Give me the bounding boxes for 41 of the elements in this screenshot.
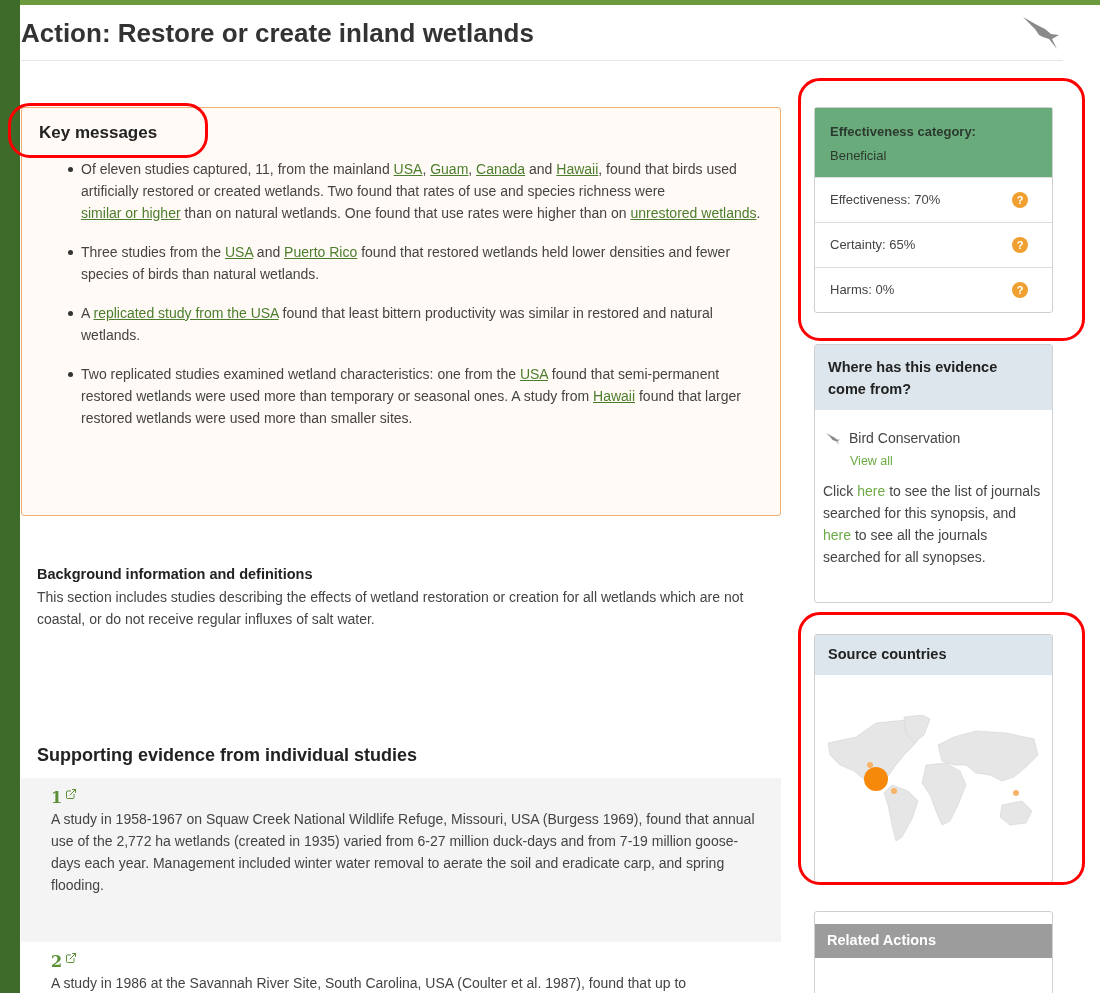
- text-link[interactable]: Hawaii: [593, 387, 636, 404]
- text-link[interactable]: similar or higher: [81, 204, 181, 221]
- text-link[interactable]: Canada: [476, 160, 526, 177]
- category-value: Beneficial: [830, 146, 888, 165]
- card-heading: Source countries: [828, 645, 947, 665]
- bullet-icon: [68, 371, 73, 377]
- bird-icon: [825, 431, 841, 446]
- study-text: A study in 1958-1967 on Squaw Creek National Wildlife Refuge, Missouri, USA (Burgess 1969), found that annual use of the 2,772 ha wetlands (created in 1935) varied from 6-27 million duck-days and from 7-19 million goose-days each year. Management included winter water removal to aerate the soil and eradicate carp, and spring flooding.: [51, 809, 756, 895]
- view-all-link[interactable]: View all: [823, 452, 1044, 471]
- synopsis-name: Bird Conservation: [849, 429, 961, 448]
- text-link[interactable]: Puerto Rico: [284, 243, 358, 260]
- section-heading: Supporting evidence from individual studies: [36, 743, 419, 767]
- background-text: This section includes studies describing the effects of wetland restoration or creation for all wetlands which are not coastal, or do not receive regular influxes of salt water.: [37, 587, 745, 629]
- bullet-icon: [68, 310, 73, 316]
- external-link-icon[interactable]: [65, 951, 78, 964]
- score-label: Effectiveness: 70%: [830, 191, 941, 210]
- study-number[interactable]: 1: [51, 787, 63, 808]
- category-heading: Effectiveness category:: [830, 123, 977, 141]
- text-link[interactable]: USA: [224, 243, 253, 260]
- card-heading: Related Actions: [827, 931, 937, 951]
- external-link-icon[interactable]: [65, 787, 78, 800]
- bullet-icon: [68, 249, 73, 255]
- text-link[interactable]: here: [857, 482, 886, 499]
- section-heading: Key messages: [39, 122, 159, 144]
- page-title: Action: Restore or create inland wetlands: [21, 17, 534, 50]
- score-label: Certainty: 65%: [830, 236, 916, 255]
- text-link[interactable]: USA: [519, 365, 548, 382]
- journals-note: Click here to see the list of journals searched for this synopsis, and here to see all the journals searched for all synopses.: [823, 481, 1042, 567]
- text-link[interactable]: replicated study from the USA: [93, 304, 279, 321]
- score-label: Harms: 0%: [830, 281, 895, 300]
- study-number[interactable]: 2: [51, 951, 63, 972]
- key-message: Of eleven studies captured, 11, from the mainland USA, Guam, Canada and Hawaii, found that birds used artificially restored or created wetlands. Two found that rates of use and species richness were similar or higher than on natural wetlands. One found that use rates were higher than on unrestored wetlands.: [81, 159, 762, 223]
- key-message: A replicated study from the USA found that least bittern productivity was similar in restored and natural wetlands.: [81, 303, 714, 345]
- bullet-icon: [68, 166, 73, 172]
- text-link[interactable]: unrestored wetlands: [630, 204, 757, 221]
- text-link[interactable]: here: [823, 526, 852, 543]
- study-text: A study in 1986 at the Savannah River Site, South Carolina, USA (Coulter et al. 1987), found that up to: [51, 973, 688, 993]
- section-heading: Background information and definitions: [37, 565, 314, 584]
- card-heading: Where has this evidence come from?: [828, 358, 999, 399]
- key-message: Three studies from the USA and Puerto Rico found that restored wetlands held lower densities and fewer species of birds than natural wetlands.: [81, 242, 732, 284]
- key-message: Two replicated studies examined wetland characteristics: one from the USA found that semi-permanent restored wetlands were used more than temporary or seasonal ones. A study from Hawaii found that larger restored wetlands were used more than smaller sites.: [81, 364, 742, 428]
